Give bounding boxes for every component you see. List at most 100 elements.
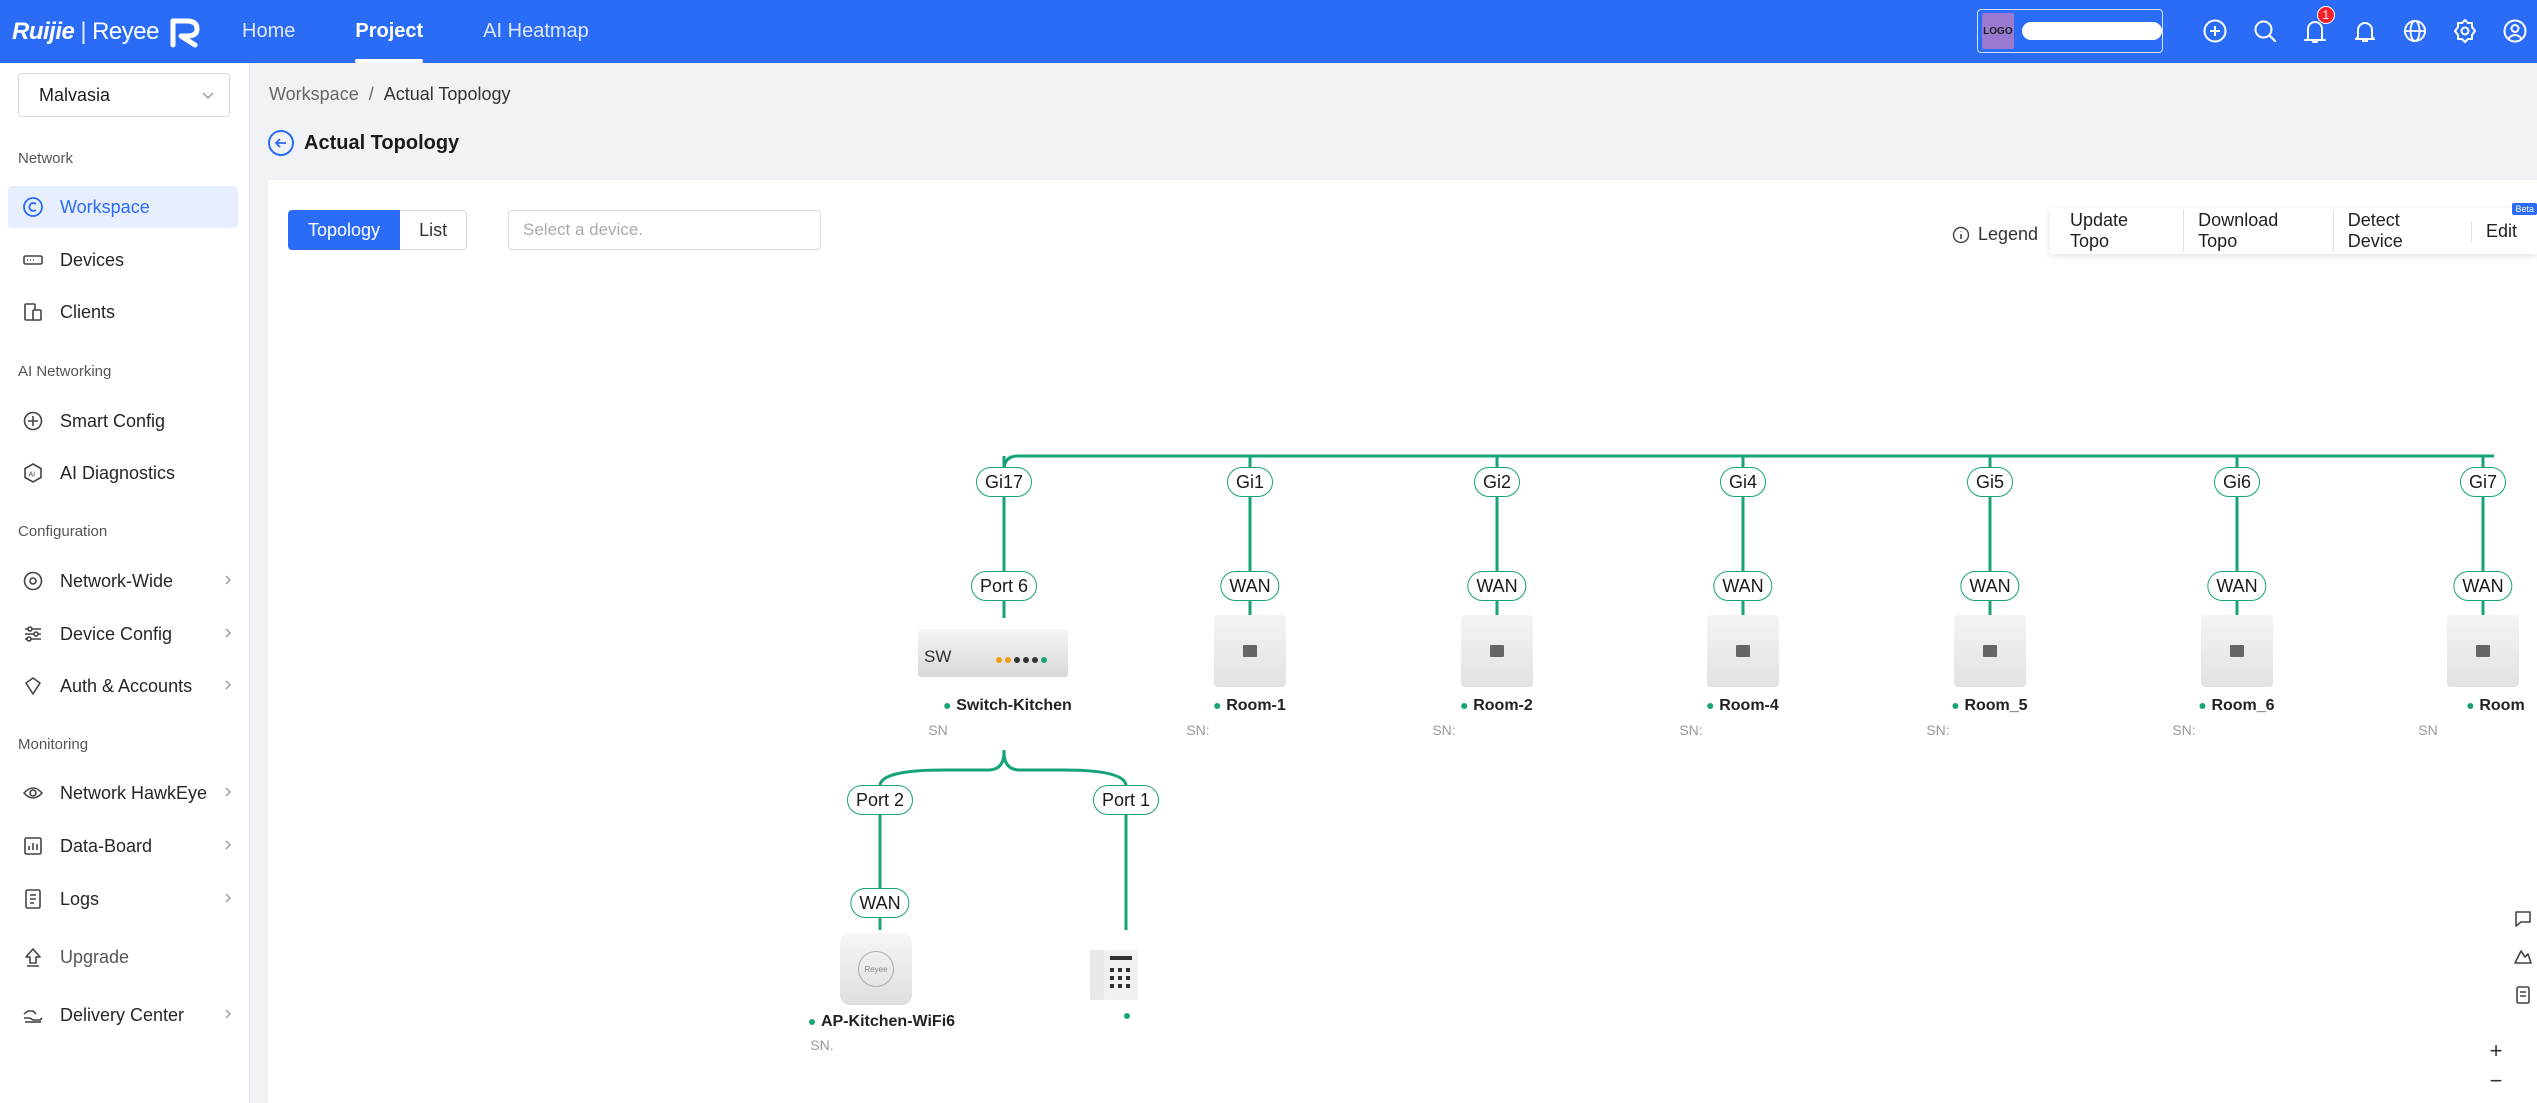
back-button[interactable] bbox=[268, 130, 294, 156]
tab-topology[interactable]: Topology bbox=[288, 210, 401, 250]
sidebar-item-network-hawkeye[interactable]: Network HawkEye bbox=[8, 772, 238, 814]
device-name: Room-1 bbox=[1226, 697, 1286, 714]
brand-logo[interactable]: Ruijie | Reyee bbox=[12, 14, 205, 50]
settings-icon[interactable] bbox=[2440, 10, 2490, 52]
detect-device-button[interactable]: Detect Device bbox=[2332, 210, 2471, 252]
view-toggle: Topology List bbox=[288, 210, 468, 250]
port-label-gi6: Gi6 bbox=[2213, 467, 2261, 497]
sidebar-label-clients: Clients bbox=[60, 301, 116, 322]
sidebar-item-ai-diagnostics[interactable]: AI AI Diagnostics bbox=[8, 452, 238, 494]
chevron-right-icon bbox=[225, 893, 231, 903]
sidebar-item-upgrade[interactable]: Upgrade bbox=[8, 936, 238, 978]
topology-actions: Update Topo Download Topo Detect Device … bbox=[2050, 202, 2537, 254]
ceiling-ap-device[interactable]: Reyee bbox=[840, 933, 912, 1005]
device-label-room-1[interactable]: Room-1 bbox=[1214, 697, 1286, 715]
ap-port-icon bbox=[2230, 645, 2244, 657]
document-icon[interactable] bbox=[2512, 984, 2534, 1006]
sidebar-item-workspace[interactable]: Workspace bbox=[8, 186, 238, 228]
ap-device-room-5[interactable] bbox=[1954, 615, 2026, 687]
sidebar-item-delivery-center[interactable]: Delivery Center bbox=[8, 994, 238, 1036]
bell-icon[interactable] bbox=[2340, 10, 2390, 52]
chat-icon[interactable] bbox=[2512, 908, 2534, 930]
clients-icon bbox=[22, 301, 44, 323]
device-label-room-4[interactable]: Room-4 bbox=[1707, 697, 1779, 715]
ap-device-room-7[interactable] bbox=[2447, 615, 2519, 687]
edit-button[interactable]: Edit Beta bbox=[2470, 202, 2537, 242]
topology-canvas[interactable] bbox=[268, 180, 2537, 1103]
update-topo-button[interactable]: Update Topo bbox=[2056, 210, 2183, 252]
account-switcher[interactable]: LOGO bbox=[1977, 9, 2163, 53]
floating-tools bbox=[2512, 908, 2537, 1006]
sidebar-item-logs[interactable]: Logs bbox=[8, 878, 238, 920]
zoom-in-button[interactable]: + bbox=[2490, 1036, 2503, 1066]
message-icon[interactable]: 1 bbox=[2290, 6, 2340, 52]
page-header: Actual Topology bbox=[268, 130, 459, 156]
zoom-out-button[interactable]: − bbox=[2490, 1066, 2503, 1096]
device-label-room-2[interactable]: Room-2 bbox=[1461, 697, 1533, 715]
device-label-room-6[interactable]: Room_6 bbox=[2199, 697, 2275, 715]
devices-icon bbox=[22, 249, 44, 271]
port-label-gi7: Gi7 bbox=[2459, 467, 2507, 497]
section-network: Network bbox=[18, 150, 74, 167]
site-name: Malvasia bbox=[39, 84, 111, 105]
port-label-port2: Port 2 bbox=[846, 785, 914, 815]
download-topo-button[interactable]: Download Topo bbox=[2183, 210, 2333, 252]
ai-diagnostics-icon: AI bbox=[22, 462, 44, 484]
device-label-ip-phone[interactable] bbox=[1124, 1013, 1136, 1019]
sidebar-item-devices[interactable]: Devices bbox=[8, 239, 238, 281]
chevron-right-icon bbox=[225, 840, 231, 850]
port-label-gi4: Gi4 bbox=[1719, 467, 1767, 497]
ap-device-room-6[interactable] bbox=[2201, 615, 2273, 687]
chevron-right-icon bbox=[225, 680, 231, 690]
sidebar-item-smart-config[interactable]: Smart Config bbox=[8, 400, 238, 442]
sidebar-label-data-board: Data-Board bbox=[60, 835, 153, 856]
sidebar-item-clients[interactable]: Clients bbox=[8, 291, 238, 333]
chevron-down-icon bbox=[202, 92, 214, 100]
device-sn: SN: bbox=[1926, 722, 1950, 738]
tab-list[interactable]: List bbox=[400, 210, 468, 250]
device-sn: SN bbox=[928, 722, 948, 738]
user-icon[interactable] bbox=[2490, 10, 2537, 52]
online-status-dot bbox=[808, 1019, 815, 1025]
legend-label: Legend bbox=[1978, 224, 2039, 244]
device-label-switch-kitchen[interactable]: Switch-Kitchen bbox=[944, 697, 1072, 715]
chart-icon bbox=[22, 835, 44, 857]
device-label-room-7[interactable]: Room bbox=[2467, 697, 2525, 715]
beta-badge: Beta bbox=[2512, 202, 2537, 215]
delivery-icon bbox=[22, 1004, 44, 1026]
port-label-wan: WAN bbox=[2207, 571, 2267, 601]
add-icon[interactable] bbox=[2190, 10, 2240, 52]
device-label-room-5[interactable]: Room_5 bbox=[1952, 697, 2028, 715]
globe-icon[interactable] bbox=[2390, 10, 2440, 52]
legend-button[interactable]: Legend bbox=[1952, 224, 2038, 245]
sidebar-item-data-board[interactable]: Data-Board bbox=[8, 825, 238, 867]
breadcrumb-workspace[interactable]: Workspace bbox=[269, 84, 359, 105]
feedback-icon[interactable] bbox=[2512, 946, 2534, 968]
nav-home[interactable]: Home bbox=[212, 0, 325, 63]
sidebar-item-auth-accounts[interactable]: Auth & Accounts bbox=[8, 665, 238, 707]
gear-icon bbox=[22, 570, 44, 592]
nav-ai-heatmap[interactable]: AI Heatmap bbox=[453, 0, 619, 63]
switch-device[interactable]: SW bbox=[918, 629, 1068, 677]
site-selector[interactable]: Malvasia bbox=[18, 73, 230, 117]
notification-badge: 1 bbox=[2317, 6, 2335, 24]
ip-phone-device[interactable] bbox=[1088, 948, 1144, 1004]
sidebar-item-device-config[interactable]: Device Config bbox=[8, 613, 238, 655]
online-status-dot bbox=[944, 703, 951, 709]
device-sn: SN. bbox=[810, 1037, 834, 1053]
device-search-input[interactable] bbox=[508, 210, 821, 250]
chevron-right-icon bbox=[225, 1009, 231, 1019]
device-label-ap-kitchen-wifi6[interactable]: AP-Kitchen-WiFi6 bbox=[808, 1013, 955, 1031]
ap-device-room-1[interactable] bbox=[1214, 615, 1286, 687]
ap-port-icon bbox=[2476, 645, 2490, 657]
ap-device-room-2[interactable] bbox=[1461, 615, 1533, 687]
search-icon[interactable] bbox=[2240, 10, 2290, 52]
sidebar-item-network-wide[interactable]: Network-Wide bbox=[8, 560, 238, 602]
device-sn: SN: bbox=[1186, 722, 1210, 738]
zoom-controls: + − bbox=[2481, 1036, 2511, 1096]
port-label-port1: Port 1 bbox=[1092, 785, 1160, 815]
sidebar-label-delivery-center: Delivery Center bbox=[60, 1004, 185, 1025]
nav-project[interactable]: Project bbox=[325, 0, 453, 63]
brand-reyee: Reyee bbox=[92, 18, 159, 45]
ap-device-room-4[interactable] bbox=[1707, 615, 1779, 687]
